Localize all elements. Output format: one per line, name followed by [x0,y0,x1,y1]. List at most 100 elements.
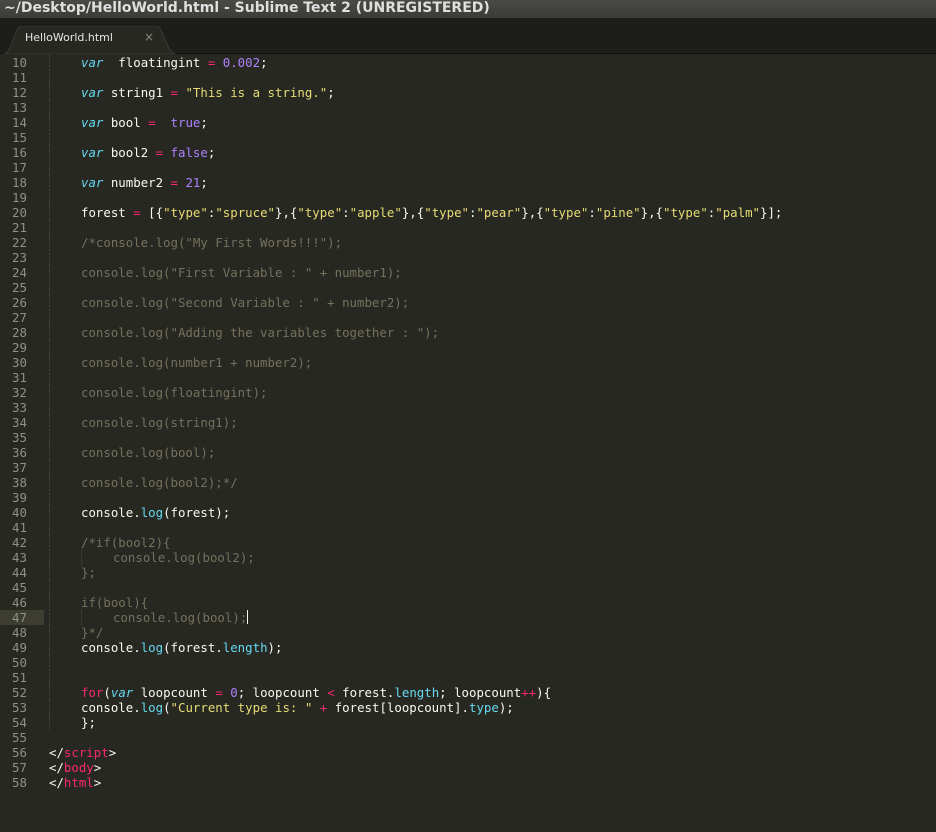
code-token: },{ [640,205,664,220]
code-token: "palm" [715,205,761,220]
code-token: ; [327,85,335,100]
code-line[interactable]: 49 console.log(forest.length); [0,640,936,655]
code-token: : [588,205,596,220]
code-token: ){ [536,685,552,700]
line-code: var floatingint = 0.002; [81,55,268,70]
line-code: var bool = true; [81,115,208,130]
code-line[interactable]: 55 [0,730,936,745]
code-line[interactable]: 12 var string1 = "This is a string."; [0,85,936,100]
tab-bar: HelloWorld.html × [0,18,936,54]
code-line[interactable]: 44}; [0,565,936,580]
code-line[interactable]: 25 [0,280,936,295]
code-line[interactable]: 35 [0,430,936,445]
line-code: console.log(bool2);*/ [81,475,238,490]
code-line[interactable]: 13 [0,100,936,115]
code-token: script [63,745,109,760]
code-token: number2 [103,175,171,190]
close-icon[interactable]: × [144,30,154,44]
indent-guide [49,295,50,310]
indent-guide [49,70,50,85]
code-token: }; [81,565,96,580]
code-line[interactable]: 18 var number2 = 21; [0,175,936,190]
code-token: console.log(bool); [113,610,248,625]
line-number: 44 [12,565,27,580]
code-line[interactable]: 48}*/ [0,625,936,640]
indent-guide [49,445,50,460]
code-line[interactable]: 46 if(bool){ [0,595,936,610]
code-token: ( [163,700,171,715]
code-line[interactable]: 53 console.log("Current type is: " + fore… [0,700,936,715]
code-token: length [222,640,268,655]
code-line[interactable]: 50 [0,655,936,670]
code-token: ; [200,115,208,130]
line-number: 31 [12,370,27,385]
indent-guide [49,205,50,220]
indent-guide [49,535,50,550]
code-line[interactable]: 37 [0,460,936,475]
tab-helloworld[interactable]: HelloWorld.html × [4,26,176,54]
indent-guide [49,700,50,715]
code-line[interactable]: 30 console.log(number1 + number2); [0,355,936,370]
code-line[interactable]: 34 console.log(string1); [0,415,936,430]
code-line[interactable]: 51 [0,670,936,685]
code-line[interactable]: 28 console.log("Adding the variables toge… [0,325,936,340]
code-line[interactable]: 15 [0,130,936,145]
code-line[interactable]: 24 console.log("First Variable : " + numb… [0,265,936,280]
code-token: console.log(number1 + number2); [81,355,313,370]
code-line[interactable]: 47 console.log(bool); [0,610,936,625]
code-line[interactable]: 54}; [0,715,936,730]
code-line[interactable]: 40 console.log(forest); [0,505,936,520]
code-token: },{ [401,205,425,220]
indent-guide [49,280,50,295]
line-code: </html> [49,775,101,790]
line-code: }; [81,715,96,730]
code-line[interactable]: 41 [0,520,936,535]
code-token: console.log("Adding the variables togeth… [81,325,440,340]
code-line[interactable]: 20 forest = [{"type":"spruce"},{"type":"a… [0,205,936,220]
indent-guide [49,460,50,475]
line-number: 25 [12,280,27,295]
code-line[interactable]: 36 console.log(bool); [0,445,936,460]
code-line[interactable]: 17 [0,160,936,175]
indent-guide [49,235,50,250]
code-line[interactable]: 22 /*console.log("My First Words!!!"); [0,235,936,250]
code-line[interactable]: 19 [0,190,936,205]
code-token: "type" [543,205,589,220]
code-line[interactable]: 43 console.log(bool2); [0,550,936,565]
code-line[interactable]: 21 [0,220,936,235]
code-line[interactable]: 31 [0,370,936,385]
code-line[interactable]: 42 /*if(bool2){ [0,535,936,550]
code-token: var [110,685,134,700]
tab-label: HelloWorld.html [25,31,113,44]
code-editor[interactable]: 10 var floatingint = 0.002; 11 12 var string… [0,54,936,832]
code-token: "Current type is: " [170,700,313,715]
code-token: console.log(bool2);*/ [81,475,238,490]
code-line[interactable]: 32 console.log(floatingint); [0,385,936,400]
code-line[interactable]: 23 [0,250,936,265]
code-line[interactable]: 11 [0,70,936,85]
code-line[interactable]: 38 console.log(bool2);*/ [0,475,936,490]
code-line[interactable]: 58 </html> [0,775,936,790]
code-token: "pine" [595,205,641,220]
code-line[interactable]: 16 var bool2 = false; [0,145,936,160]
code-line[interactable]: 57 </body> [0,760,936,775]
code-line[interactable]: 26 console.log("Second Variable : " + num… [0,295,936,310]
code-line[interactable]: 33 [0,400,936,415]
code-token: }; [81,715,96,730]
code-line[interactable]: 14 var bool = true; [0,115,936,130]
code-token: ); [498,700,514,715]
line-number: 15 [12,130,27,145]
code-line[interactable]: 27 [0,310,936,325]
code-line[interactable]: 39 [0,490,936,505]
line-number: 50 [12,655,27,670]
code-line[interactable]: 29 [0,340,936,355]
code-line[interactable]: 10 var floatingint = 0.002; [0,55,936,70]
code-line[interactable]: 56 </script> [0,745,936,760]
code-line[interactable]: 52 for(var loopcount = 0; loopcount < for… [0,685,936,700]
line-number: 22 [12,235,27,250]
code-token: = [215,685,223,700]
code-line[interactable]: 45 [0,580,936,595]
indent-guide [49,250,50,265]
indent-guide [49,595,50,610]
